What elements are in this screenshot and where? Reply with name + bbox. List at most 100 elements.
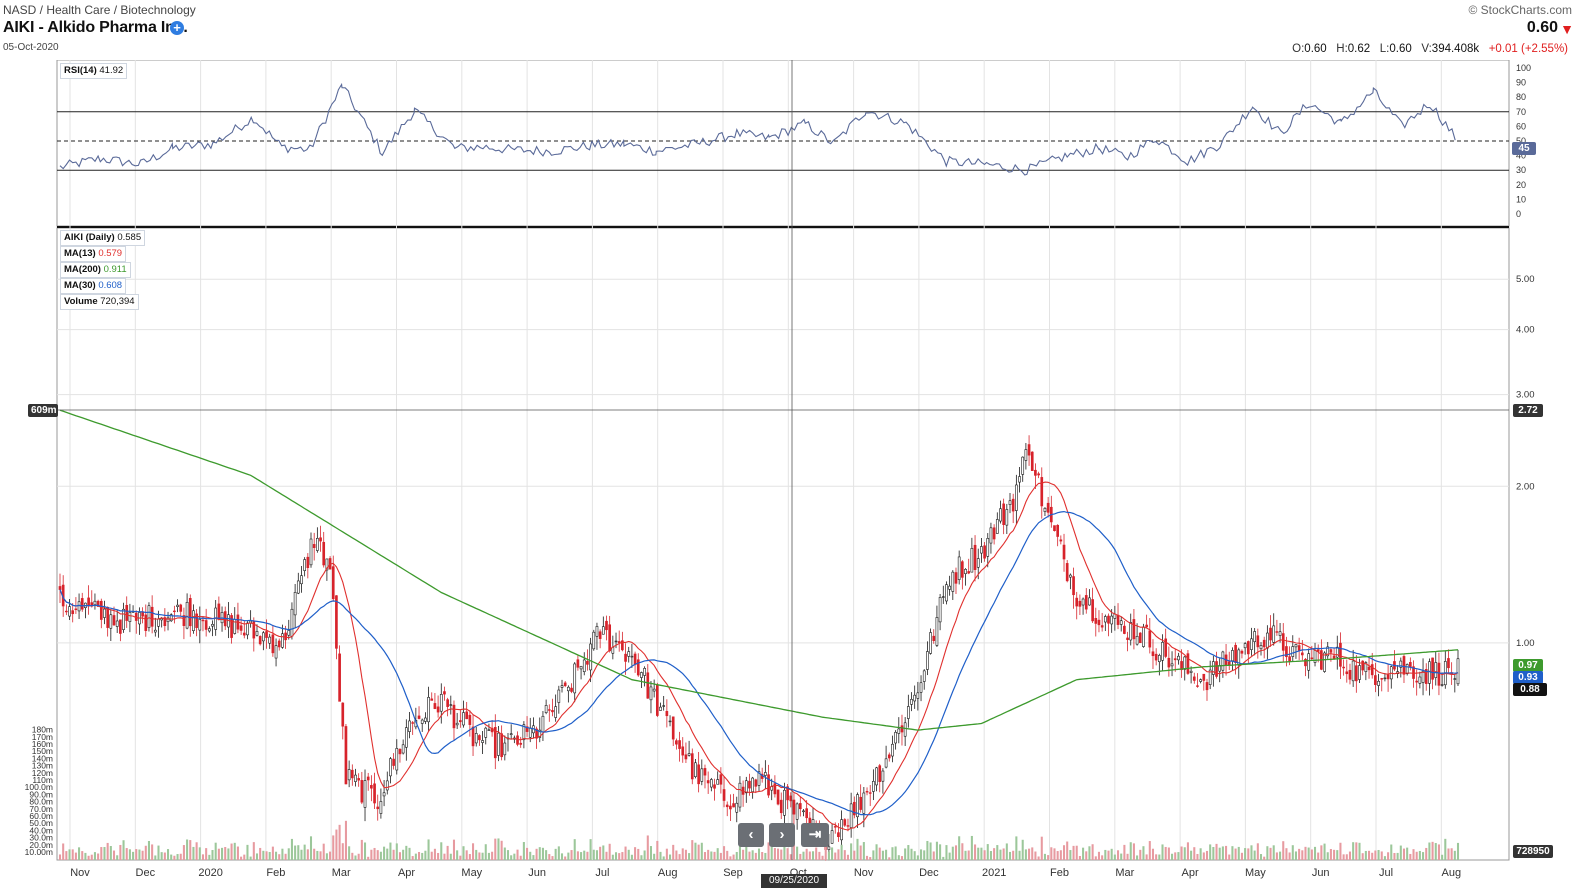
volume-bar [1082,847,1085,860]
volume-bar [586,851,589,860]
volume-bar [891,847,894,860]
volume-bar [811,851,815,860]
volume-bar [1180,846,1183,860]
candle-body [1221,651,1225,671]
candle-body [1107,615,1110,624]
candle-body [916,692,920,699]
candle-body [1300,652,1304,656]
scroll-left-button[interactable]: ‹ [738,823,764,847]
candle-body [1046,502,1050,513]
candle-body [411,722,415,724]
high-value: 0.62 [1347,43,1371,55]
volume-bar [103,847,106,860]
add-to-list-icon[interactable]: + [170,21,184,35]
volume-bar [986,844,989,860]
scroll-to-end-button[interactable]: ⇥ [801,823,829,847]
candle-body [598,631,602,639]
breadcrumb[interactable]: NASD / Health Care / Biotechnology [3,3,196,17]
volume-bar [1107,850,1110,860]
candle-body [840,819,843,841]
volume-bar [951,846,954,860]
x-tick-label: Feb [266,867,285,879]
volume-bar [392,849,395,860]
candle-body [595,626,599,637]
candle-body [287,630,291,636]
candle-body [567,686,570,692]
price-y-tick-label: 1.00 [1516,638,1535,649]
candle-body [1374,675,1377,685]
volume-bar [335,829,338,860]
volume-bar [792,845,795,860]
volume-bar [214,842,217,860]
candle-body [1294,644,1298,648]
candle-body [281,633,284,648]
candle-body [986,538,990,557]
volume-bar [144,845,147,860]
candle-body [258,636,262,645]
candle-body [319,537,322,542]
candle-body [617,641,621,643]
volume-bar [1186,842,1189,860]
volume-bar [294,845,297,860]
candle-body [999,508,1002,522]
candle-body [1037,473,1040,476]
legend-price-label: AIKI (Daily) [64,232,115,243]
legend-ma13: MA(13) 0.579 [60,246,127,262]
volume-bar [230,843,233,860]
candle-body [68,606,71,617]
volume-bar [459,855,462,860]
volume-bar [506,850,510,860]
candle-body [1053,525,1056,531]
volume-bar [1231,846,1234,860]
volume-bar [1037,856,1040,860]
volume-bar [1250,845,1253,860]
volume-tag: 728950 [1513,845,1553,858]
volume-bar [653,853,656,860]
rsi-y-tick-label: 20 [1516,180,1526,190]
candle-body [509,733,513,735]
volume-bar [532,855,535,860]
volume-bar [700,842,703,860]
candle-body [1094,618,1098,624]
volume-bar [964,850,967,860]
volume-bar [548,854,551,860]
candle-body [424,717,427,722]
price-chart[interactable]: Nov Dec 2020 Feb Mar Apr May Jun Jul Aug Sep Oct Nov… [0,60,1586,895]
volume-bar [357,853,360,860]
scroll-right-button[interactable]: › [769,823,795,847]
candle-body [926,651,929,670]
volume-bar [1151,848,1155,860]
candle-body [1069,574,1072,578]
candle-body [198,619,202,631]
volume-bar [815,847,818,860]
candle-body [316,538,319,551]
candle-body [884,758,888,768]
candle-body [150,606,154,627]
volume-bar [1225,845,1228,860]
rsi-current-tag: 45 [1512,142,1536,155]
volume-bar [805,848,808,860]
candle-body [99,600,103,620]
volume-bar [996,845,999,860]
candle-body [462,712,465,726]
candle-body [1348,669,1352,680]
volume-bar [764,852,767,860]
volume-bar [1307,847,1310,860]
volume-bar [611,854,614,860]
volume-bar [93,852,96,860]
candle-body [1367,666,1371,671]
volume-bar [659,851,662,860]
candle-body [306,556,310,568]
x-tick-label: Nov [854,867,874,879]
volume-bar [205,848,208,860]
volume-bar [112,850,116,860]
volume-bar [1167,847,1170,860]
x-tick-label: Jul [595,867,609,879]
candle-body [833,826,837,828]
candle-body [887,754,891,759]
volume-bar [904,848,907,860]
volume-bar [541,847,544,860]
volume-bar [602,845,605,860]
candle-body [668,720,672,723]
candle-body [217,603,221,620]
